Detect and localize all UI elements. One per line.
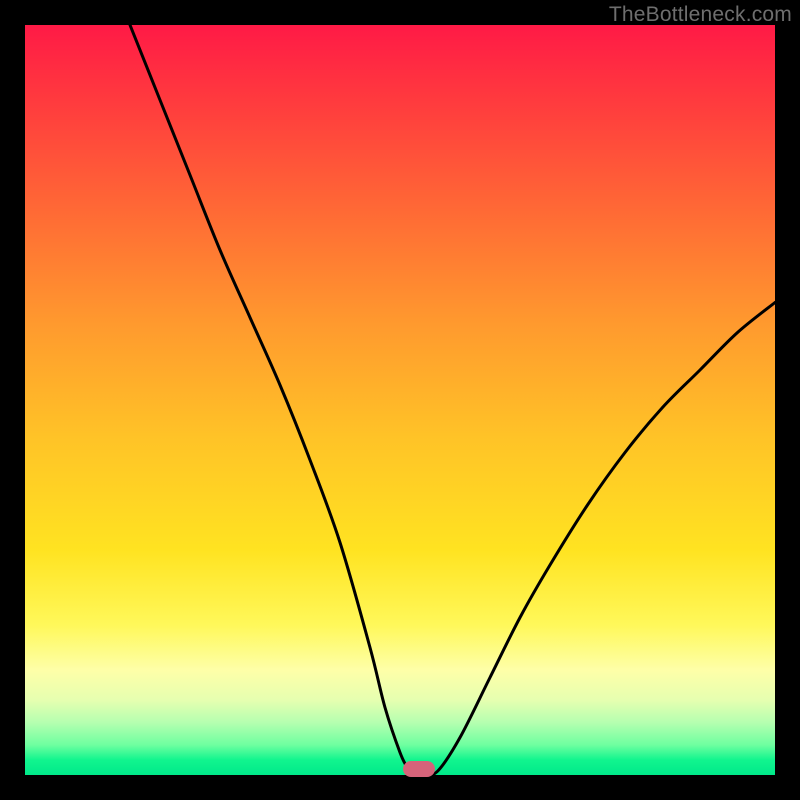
chart-frame: TheBottleneck.com <box>0 0 800 800</box>
watermark-text: TheBottleneck.com <box>609 3 792 27</box>
optimal-marker <box>403 761 435 777</box>
bottleneck-curve <box>25 25 775 775</box>
plot-area <box>25 25 775 775</box>
